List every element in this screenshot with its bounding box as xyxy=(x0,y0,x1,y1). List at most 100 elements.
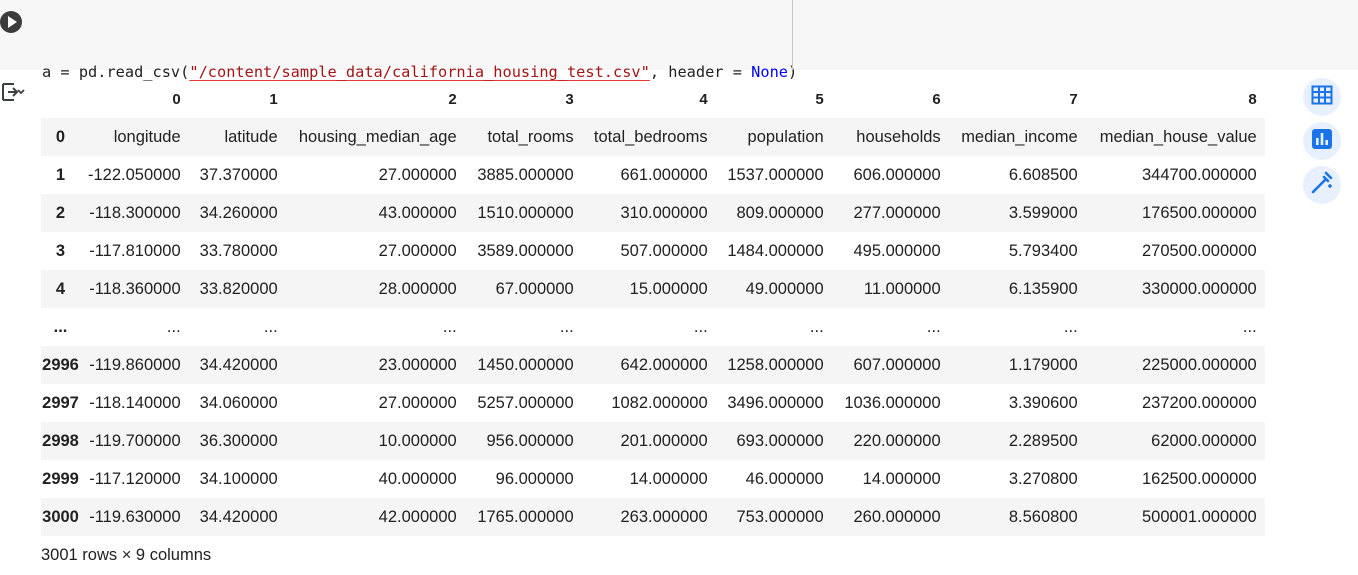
row-index: 2997 xyxy=(42,393,79,412)
table-cell: 6.608500 xyxy=(1008,165,1078,184)
table-cell: 606.000000 xyxy=(853,165,941,184)
table-cell: households xyxy=(856,127,941,146)
table-cell: 28.000000 xyxy=(378,279,457,298)
table-cell: total_bedrooms xyxy=(593,127,708,146)
column-header: 2 xyxy=(448,90,457,108)
text-cursor xyxy=(792,0,793,70)
row-index: ... xyxy=(53,317,68,336)
table-cell: ... xyxy=(693,317,708,336)
table-cell: 3.270800 xyxy=(1008,469,1078,488)
column-header: 8 xyxy=(1248,90,1257,108)
table-cell: 3.599000 xyxy=(1008,203,1078,222)
table-cell: 34.060000 xyxy=(199,393,278,412)
table-cell: 34.260000 xyxy=(199,203,278,222)
code-string-literal: "/content/sample_data/california_housing… xyxy=(189,63,650,81)
table-cell: 34.420000 xyxy=(199,507,278,526)
table-cell: ... xyxy=(559,317,574,336)
table-cell: 225000.000000 xyxy=(1141,355,1257,374)
table-cell: 1082.000000 xyxy=(611,393,708,412)
table-cell: 14.000000 xyxy=(629,469,708,488)
table-row: 2999 -117.120000 34.100000 40.000000 96.… xyxy=(41,460,1265,498)
table-cell: 40.000000 xyxy=(378,469,457,488)
column-header: 5 xyxy=(815,90,824,108)
table-cell: 15.000000 xyxy=(629,279,708,298)
table-cell: ... xyxy=(1063,317,1078,336)
table-cell: 162500.000000 xyxy=(1141,469,1257,488)
table-cell: -119.700000 xyxy=(89,431,181,450)
table-row: 4 -118.360000 33.820000 28.000000 67.000… xyxy=(41,270,1265,308)
convert-to-interactive-table-button[interactable] xyxy=(1303,78,1341,116)
table-cell: 8.560800 xyxy=(1008,507,1078,526)
table-cell: 495.000000 xyxy=(853,241,941,260)
table-cell: 6.135900 xyxy=(1008,279,1078,298)
column-header: 4 xyxy=(699,90,708,108)
row-index: 4 xyxy=(55,279,66,298)
table-row: 2998 -119.700000 36.300000 10.000000 956… xyxy=(41,422,1265,460)
table-row: 2996 -119.860000 34.420000 23.000000 145… xyxy=(41,346,1265,384)
table-cell: 201.000000 xyxy=(620,431,708,450)
row-index: 2999 xyxy=(42,469,79,488)
table-cell: 1036.000000 xyxy=(844,393,941,412)
magic-wand-icon xyxy=(1309,170,1335,201)
table-cell: 507.000000 xyxy=(620,241,708,260)
table-cell: 260.000000 xyxy=(853,507,941,526)
output-collapse-icon[interactable] xyxy=(0,80,26,104)
table-cell: -122.050000 xyxy=(88,165,181,184)
table-cell: 62000.000000 xyxy=(1151,431,1257,450)
table-cell: 642.000000 xyxy=(620,355,708,374)
table-cell: 34.420000 xyxy=(199,355,278,374)
table-cell: 263.000000 xyxy=(620,507,708,526)
column-header: 7 xyxy=(1069,90,1078,108)
table-cell: 277.000000 xyxy=(853,203,941,222)
table-row: 3000 -119.630000 34.420000 42.000000 176… xyxy=(41,498,1265,536)
column-header: 0 xyxy=(172,90,181,108)
row-index: 0 xyxy=(55,127,66,146)
table-cell: 14.000000 xyxy=(862,469,941,488)
table-cell: 3885.000000 xyxy=(477,165,574,184)
run-cell-button[interactable] xyxy=(0,11,22,33)
generate-code-button[interactable] xyxy=(1303,166,1341,204)
table-cell: longitude xyxy=(113,127,181,146)
table-cell: 34.100000 xyxy=(199,469,278,488)
table-cell: 11.000000 xyxy=(863,279,941,298)
column-header: 3 xyxy=(565,90,574,108)
code-cell[interactable]: a = pd.read_csv("/content/sample_data/ca… xyxy=(0,0,1358,153)
table-cell: 956.000000 xyxy=(486,431,574,450)
code-keyword: None xyxy=(751,63,788,81)
code-middle: , header = xyxy=(649,63,752,81)
table-row: 3 -117.810000 33.780000 27.000000 3589.0… xyxy=(41,232,1265,270)
table-cell: 33.780000 xyxy=(199,241,278,260)
table-cell: 1537.000000 xyxy=(727,165,824,184)
table-cell: 3496.000000 xyxy=(727,393,824,412)
row-index: 3 xyxy=(55,241,66,260)
table-cell: 500001.000000 xyxy=(1141,507,1257,526)
table-cell: 5257.000000 xyxy=(477,393,574,412)
bar-chart-icon xyxy=(1310,127,1334,156)
table-cell: 96.000000 xyxy=(495,469,574,488)
table-cell: 27.000000 xyxy=(378,393,457,412)
table-cell: 3589.000000 xyxy=(477,241,574,260)
table-cell: 310.000000 xyxy=(620,203,708,222)
table-cell: -119.630000 xyxy=(89,507,181,526)
table-cell: latitude xyxy=(224,127,278,146)
table-cell: 693.000000 xyxy=(736,431,824,450)
row-index: 2996 xyxy=(42,355,79,374)
suggest-charts-button[interactable] xyxy=(1303,122,1341,160)
table-cell: 753.000000 xyxy=(736,507,824,526)
table-cell: 27.000000 xyxy=(378,241,457,260)
table-cell: 33.820000 xyxy=(199,279,278,298)
dataframe-table: 0 1 2 3 4 5 6 7 8 0 longitude latitude h… xyxy=(41,80,1265,536)
table-cell: median_house_value xyxy=(1099,127,1257,146)
code-prefix: a = pd.read_csv( xyxy=(42,63,190,81)
table-cell: 5.793400 xyxy=(1008,241,1078,260)
table-cell: housing_median_age xyxy=(298,127,457,146)
table-cell: 37.370000 xyxy=(199,165,278,184)
table-cell: ... xyxy=(166,317,181,336)
table-cell: total_rooms xyxy=(487,127,574,146)
table-cell: -118.140000 xyxy=(89,393,181,412)
row-index: 3000 xyxy=(42,507,79,526)
table-cell: 1450.000000 xyxy=(477,355,574,374)
column-header: 6 xyxy=(932,90,941,108)
table-cell: 237200.000000 xyxy=(1141,393,1257,412)
table-cell: 10.000000 xyxy=(378,431,457,450)
